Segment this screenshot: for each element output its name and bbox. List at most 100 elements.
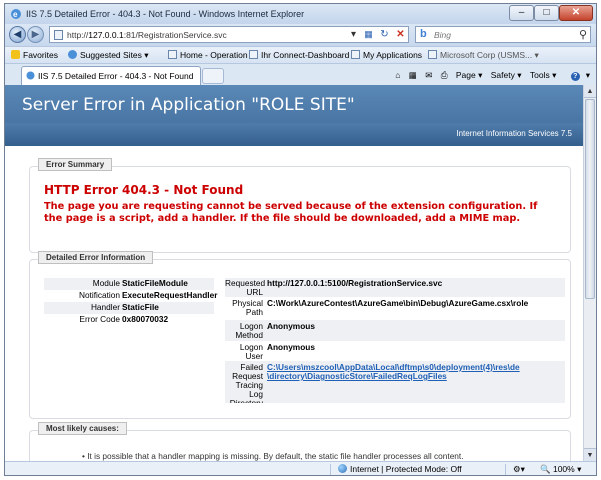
- detail-key: Requested URL: [225, 278, 266, 297]
- trace-log-link[interactable]: \directory\DiagnosticStore\FailedReqLogF…: [267, 372, 447, 381]
- favorite-label: Microsoft Corp (USMS... ▾: [440, 50, 539, 60]
- page-icon: [54, 30, 63, 40]
- maximize-button[interactable]: □: [534, 5, 559, 21]
- page-icon: [351, 50, 360, 59]
- favorites-bar: Favorites Suggested Sites ▾ Home - Opera…: [5, 46, 596, 64]
- print-icon[interactable]: ⎙: [441, 70, 448, 80]
- detail-row: Failed Request Tracing Log Directory C:\U…: [225, 361, 565, 403]
- detail-value: Anonymous: [267, 321, 315, 331]
- detail-left-table: Module StaticFileModule Notification Execu…: [44, 278, 218, 326]
- refresh-icon[interactable]: ↻: [377, 27, 392, 42]
- tab-label: IIS 7.5 Detailed Error - 404.3 - Not Fou…: [38, 71, 194, 81]
- detail-row: Logon User Anonymous: [225, 341, 565, 361]
- security-settings-icon[interactable]: ⚙▾: [513, 464, 525, 475]
- detail-value: C:\Work\AzureContest\AzureGame\bin\Debug…: [267, 298, 529, 308]
- globe-icon: [338, 464, 347, 473]
- minimize-button[interactable]: –: [509, 5, 534, 21]
- detail-key: Notification: [78, 290, 120, 300]
- home-icon[interactable]: ⌂: [395, 70, 400, 80]
- detail-key: Module: [92, 278, 120, 288]
- detail-value: ExecuteRequestHandler: [122, 290, 218, 300]
- favorite-suggested-sites[interactable]: Suggested Sites ▾: [68, 50, 149, 61]
- detail-value: StaticFile: [122, 302, 159, 312]
- scroll-up-button[interactable]: ▲: [584, 85, 596, 98]
- detail-value: StaticFileModule: [122, 278, 188, 288]
- browser-window: e IIS 7.5 Detailed Error - 404.3 - Not F…: [4, 3, 597, 476]
- cause-item: • It is possible that a handler mapping …: [82, 451, 464, 461]
- detail-key: Error Code: [79, 314, 120, 324]
- back-button[interactable]: ◀: [9, 26, 26, 43]
- scroll-thumb[interactable]: [585, 99, 595, 299]
- zoom-control[interactable]: 🔍 100% ▾: [540, 464, 581, 475]
- new-tab-button[interactable]: [202, 68, 224, 84]
- error-summary-panel: Error Summary HTTP Error 404.3 - Not Fou…: [29, 158, 571, 253]
- favorites-button[interactable]: Favorites: [11, 50, 58, 60]
- address-host: 127.0.0.1: [88, 30, 124, 40]
- divider: [505, 464, 506, 475]
- address-url[interactable]: http://127.0.0.1:81/RegistrationService.…: [67, 30, 227, 40]
- star-icon: [11, 50, 20, 59]
- detail-row: Notification ExecuteRequestHandler: [44, 290, 218, 302]
- address-prefix: http://: [67, 30, 89, 40]
- detail-right-table: Requested URL http://127.0.0.1:5100/Regis…: [225, 278, 565, 403]
- search-box[interactable]: b Bing ⚲: [415, 26, 591, 43]
- page-icon: [428, 50, 437, 59]
- detailed-error-panel: Detailed Error Information Module StaticF…: [29, 251, 571, 419]
- help-menu[interactable]: ? ▾: [565, 70, 590, 81]
- detail-row: Handler StaticFile: [44, 302, 214, 314]
- tab-active[interactable]: IIS 7.5 Detailed Error - 404.3 - Not Fou…: [21, 66, 201, 85]
- page-content: Server Error in Application "ROLE SITE" …: [5, 85, 583, 461]
- close-button[interactable]: ✕: [559, 5, 593, 21]
- zone-label: Internet | Protected Mode: Off: [350, 464, 462, 474]
- safety-menu[interactable]: Safety ▾: [491, 70, 522, 80]
- error-message: The page you are requesting cannot be se…: [44, 201, 538, 224]
- window-title: IIS 7.5 Detailed Error - 404.3 - Not Fou…: [26, 9, 305, 19]
- panel-heading: Detailed Error Information: [38, 251, 154, 264]
- ie-logo-icon: e: [11, 9, 21, 19]
- detail-row: Logon Method Anonymous: [225, 320, 565, 341]
- mail-icon[interactable]: ✉: [425, 70, 432, 80]
- page-title: Server Error in Application "ROLE SITE": [22, 95, 355, 115]
- scroll-down-button[interactable]: ▼: [584, 448, 596, 461]
- feeds-icon[interactable]: ▦: [409, 70, 417, 80]
- vertical-scrollbar[interactable]: ▲ ▼: [583, 85, 596, 461]
- favorites-label: Favorites: [23, 50, 58, 60]
- stop-icon[interactable]: ✕: [393, 27, 408, 42]
- ie-icon: [68, 50, 77, 59]
- address-dropdown-icon[interactable]: ▾: [346, 27, 361, 42]
- search-icon[interactable]: ⚲: [579, 28, 587, 41]
- address-bar[interactable]: http://127.0.0.1:81/RegistrationService.…: [49, 26, 409, 43]
- detail-row: Module StaticFileModule: [44, 278, 214, 290]
- favorite-my-applications[interactable]: My Applications: [351, 50, 422, 60]
- panel-heading: Most likely causes:: [38, 422, 127, 435]
- favorite-microsoft-corp[interactable]: Microsoft Corp (USMS... ▾: [428, 50, 539, 61]
- title-bar: e IIS 7.5 Detailed Error - 404.3 - Not F…: [5, 4, 596, 24]
- error-heading: HTTP Error 404.3 - Not Found: [44, 183, 244, 197]
- tools-menu[interactable]: Tools ▾: [530, 70, 556, 80]
- detail-row: Requested URL http://127.0.0.1:5100/Regis…: [225, 278, 565, 297]
- page-icon: [168, 50, 177, 59]
- navigation-bar: ◀ ▶ http://127.0.0.1:81/RegistrationServ…: [5, 24, 596, 46]
- page-menu[interactable]: Page ▾: [456, 70, 482, 80]
- compatibility-view-icon[interactable]: ▦: [361, 27, 376, 42]
- favorite-home-operation[interactable]: Home - Operation: [168, 50, 248, 60]
- help-icon: ?: [570, 72, 580, 81]
- forward-button[interactable]: ▶: [27, 26, 44, 43]
- zoom-level: 100%: [552, 464, 575, 474]
- detail-value: Anonymous: [267, 342, 315, 352]
- zoom-icon: 🔍: [540, 464, 551, 474]
- iis-version-label: Internet Information Services 7.5: [456, 129, 572, 138]
- command-bar: ⌂ ▦ ✉ ⎙ Page ▾ Safety ▾ Tools ▾ ? ▾: [389, 70, 590, 81]
- search-input[interactable]: Bing: [434, 30, 451, 40]
- detail-key: Physical Path: [232, 298, 263, 317]
- security-zone[interactable]: Internet | Protected Mode: Off: [338, 464, 462, 474]
- page-icon: [249, 50, 258, 59]
- tab-bar: IIS 7.5 Detailed Error - 404.3 - Not Fou…: [5, 64, 596, 85]
- error-banner: Server Error in Application "ROLE SITE" …: [5, 85, 583, 146]
- favorite-label: Suggested Sites ▾: [80, 50, 149, 60]
- help-dropdown: ▾: [585, 70, 590, 80]
- favorite-connect-dashboard[interactable]: Ihr Connect-Dashboard: [249, 50, 349, 60]
- detail-row: Physical Path C:\Work\AzureContest\AzureG…: [225, 297, 565, 320]
- detail-key: Logon User: [239, 342, 263, 361]
- favorite-label: Home - Operation: [180, 50, 248, 60]
